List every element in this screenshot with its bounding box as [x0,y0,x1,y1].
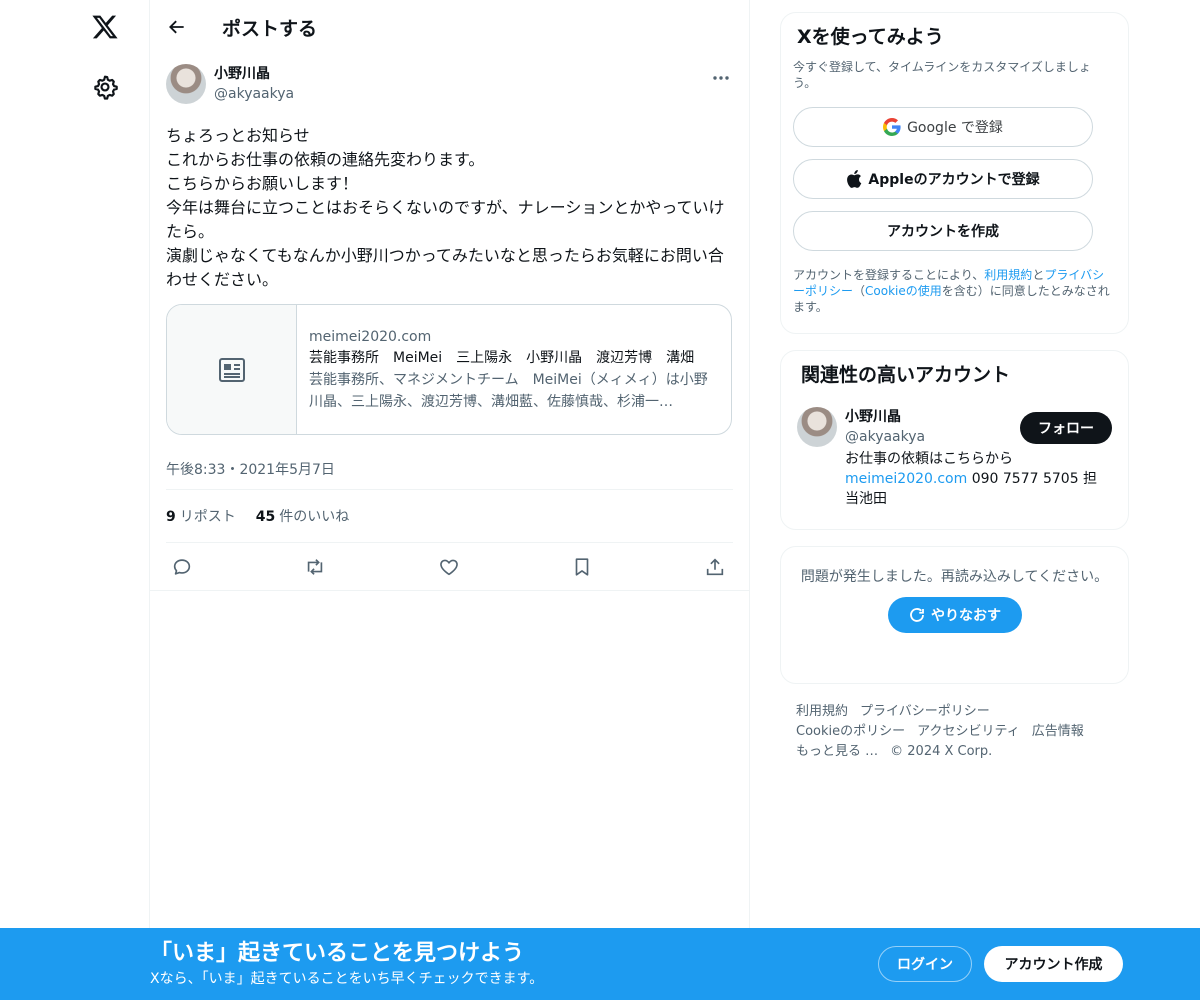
legal-text: アカウントを登録することにより、利用規約とプライバシーポリシー（Cookieの使… [793,267,1112,315]
repost-stat[interactable]: 9 リポスト [166,506,236,526]
related-account[interactable]: 小野川晶 @akyaakya お仕事の依頼はこちらから meimei2020.co… [797,407,1112,509]
banner-signup-button[interactable]: アカウント作成 [984,946,1123,982]
terms-link[interactable]: 利用規約 [984,268,1032,282]
like-label: 件のいいね [279,509,350,525]
card-thumbnail [167,305,297,434]
link-card[interactable]: meimei2020.com 芸能事務所 MeiMei 三上陽永 小野川晶 渡辺… [166,304,732,435]
bio-text-1: お仕事の依頼はこちらから [845,451,1013,467]
author-text: 小野川晶 @akyaakya [214,64,294,104]
x-logo-icon[interactable] [89,10,121,44]
main-column: ポストする 小野川晶 @akyaakya ちょろっとお知らせ これからお仕事の依… [149,0,750,1000]
author-handle[interactable]: @akyaakya [214,84,294,104]
apple-signup-button[interactable]: Appleのアカウントで登録 [793,159,1093,199]
signup-subtitle: 今すぐ登録して、タイムラインをカスタマイズしましょう。 [793,60,1091,90]
repost-label: リポスト [179,509,236,525]
legal-and: と [1032,268,1045,282]
like-stat[interactable]: 45 件のいいね [256,506,349,526]
apple-signup-label: Appleのアカウントで登録 [868,172,1040,188]
more-icon[interactable] [711,70,731,86]
share-icon[interactable] [703,555,727,579]
card-description: 芸能事務所、マネジメントチーム MeiMei（メィメィ）は小野川晶、三上陽永、渡… [309,371,708,410]
footer-terms-link[interactable]: 利用規約 [796,702,848,722]
post-timestamp[interactable]: 午後8:33・2021年5月7日 [166,451,733,489]
related-title: 関連性の高いアカウント [801,364,1011,386]
account-bio: お仕事の依頼はこちらから meimei2020.com 090 7577 5705… [845,449,1105,509]
repost-icon[interactable] [303,555,327,579]
footer-more-link[interactable]: もっと見る … [796,742,878,762]
banner-subtitle: Xなら、「いま」起きていることをいち早くチェックできます。 [150,971,544,987]
refresh-icon [908,606,926,624]
post-author: 小野川晶 @akyaakya [166,64,733,112]
create-account-button[interactable]: アカウントを作成 [793,211,1093,251]
google-signup-button[interactable]: Google で登録 [793,107,1093,147]
page-header: ポストする [150,0,749,54]
post: 小野川晶 @akyaakya ちょろっとお知らせ これからお仕事の依頼の連絡先変… [150,64,749,591]
error-message: 問題が発生しました。再読み込みしてください。 [800,569,1109,585]
gear-icon[interactable] [92,74,118,100]
signup-title: Xを使ってみよう [797,26,944,48]
retry-label: やりなおす [931,608,1001,624]
back-arrow-icon[interactable] [166,16,188,38]
right-sidebar: Xを使ってみよう 今すぐ登録して、タイムラインをカスタマイズしましょう。 Goo… [780,12,1129,762]
page-title: ポストする [222,17,318,40]
footer-cookie-link[interactable]: Cookieのポリシー [796,722,905,742]
reply-icon[interactable] [170,555,194,579]
google-icon [883,118,901,136]
post-text: ちょろっとお知らせ これからお仕事の依頼の連絡先変わります。 こちらからお願いし… [166,126,725,289]
card-title: 芸能事務所 MeiMei 三上陽永 小野川晶 渡辺芳博 溝畑 [309,349,695,366]
post-actions [150,543,749,591]
google-signup-label: Google で登録 [907,120,1003,136]
related-accounts-box: 関連性の高いアカウント 小野川晶 @akyaakya お仕事の依頼はこちらから m… [780,350,1129,530]
footer-links: 利用規約 プライバシーポリシー Cookieのポリシー アクセシビリティ 広告情報 も… [780,702,1129,762]
left-nav [0,0,150,1000]
error-box: 問題が発生しました。再読み込みしてください。 やりなおす [780,546,1129,684]
legal-text-2: （ [853,284,866,298]
apple-icon [846,170,862,188]
signup-box: Xを使ってみよう 今すぐ登録して、タイムラインをカスタマイズしましょう。 Goo… [780,12,1129,334]
legal-text-1: アカウントを登録することにより、 [793,268,985,282]
footer-ads-link[interactable]: 広告情報 [1032,722,1084,742]
repost-count: 9 [166,509,176,525]
card-domain: meimei2020.com [309,328,432,345]
like-count: 45 [255,509,276,525]
banner-title: 「いま」起きていることを見つけよう [150,941,525,966]
post-stats: 9 リポスト 45 件のいいね [166,490,733,542]
avatar[interactable] [166,64,206,104]
avatar[interactable] [797,407,837,447]
signup-banner: 「いま」起きていることを見つけよう Xなら、「いま」起きていることをいち早くチェ… [0,928,1200,1000]
login-button[interactable]: ログイン [878,946,972,982]
footer-copyright: © 2024 X Corp. [890,744,993,759]
retry-button[interactable]: やりなおす [887,597,1022,633]
bio-link[interactable]: meimei2020.com [845,471,967,487]
like-icon[interactable] [437,555,461,579]
bookmark-icon[interactable] [570,555,594,579]
author-name[interactable]: 小野川晶 [214,64,294,84]
footer-privacy-link[interactable]: プライバシーポリシー [860,702,990,722]
footer-accessibility-link[interactable]: アクセシビリティ [917,722,1020,742]
follow-button[interactable]: フォロー [1020,412,1112,444]
card-info: meimei2020.com 芸能事務所 MeiMei 三上陽永 小野川晶 渡辺… [297,305,731,434]
cookie-link[interactable]: Cookieの使用 [865,284,942,298]
news-icon [218,357,245,382]
